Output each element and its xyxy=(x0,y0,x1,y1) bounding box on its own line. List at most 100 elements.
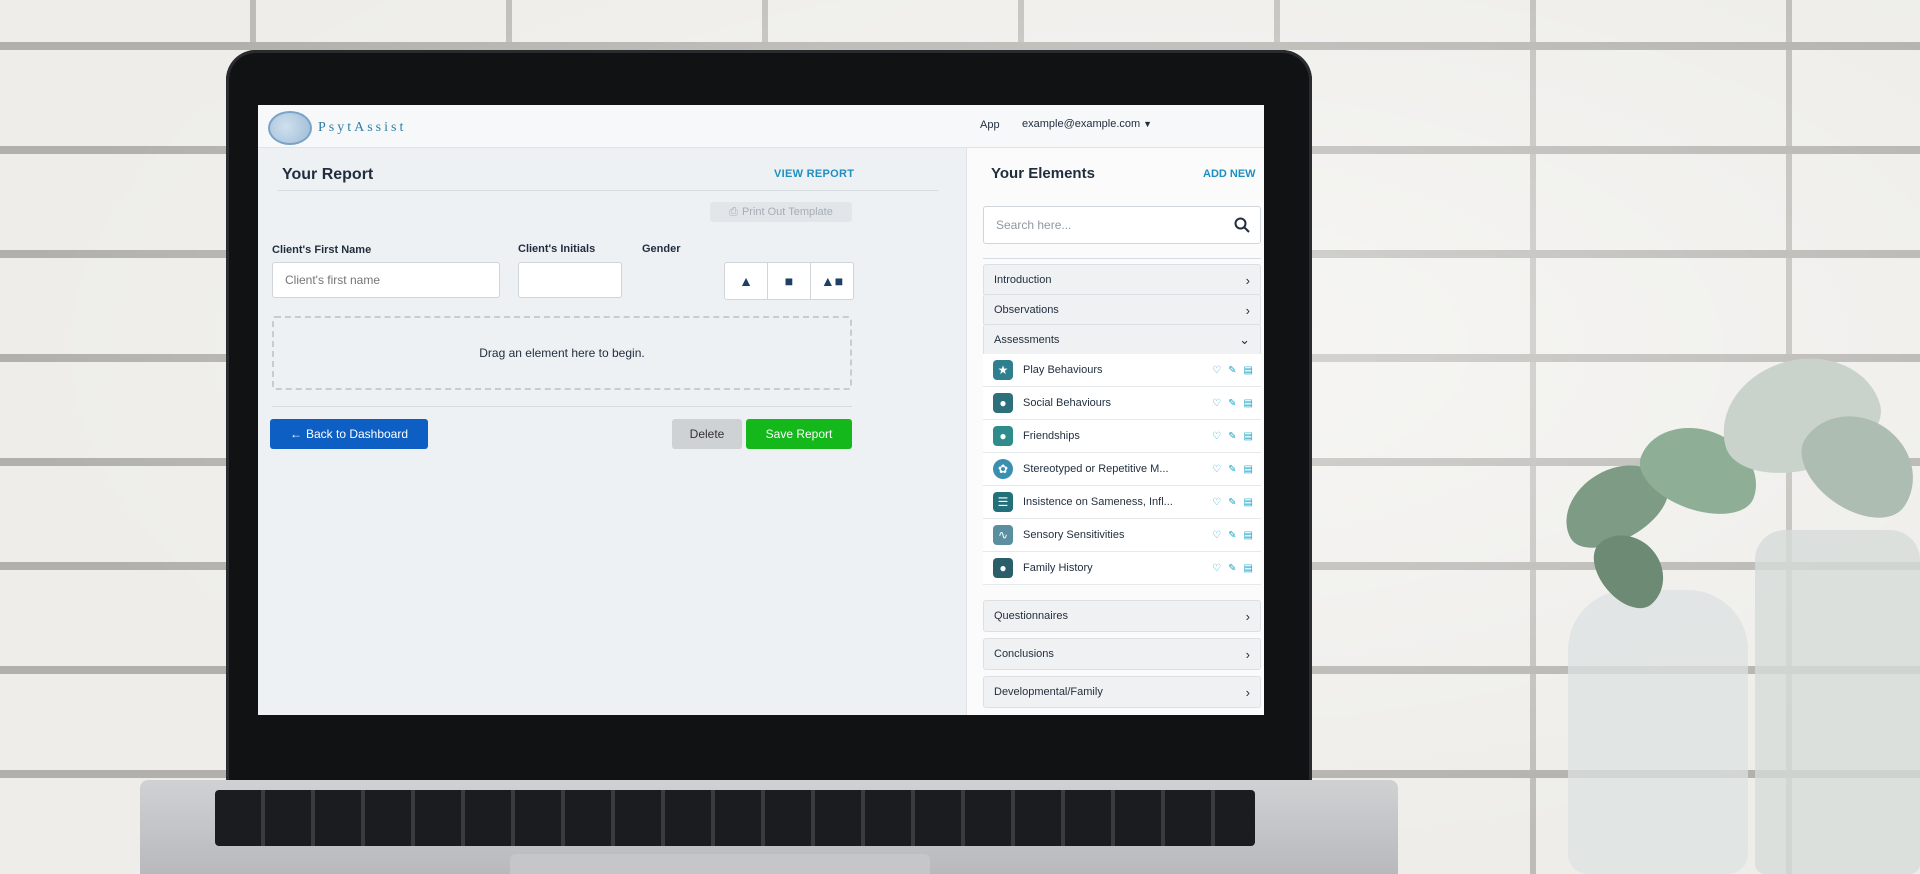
ear-icon: ∿ xyxy=(993,525,1013,545)
heart-icon[interactable]: ♡ xyxy=(1212,398,1221,409)
item-label: Social Behaviours xyxy=(1023,397,1112,409)
delete-button[interactable]: Delete xyxy=(672,419,742,449)
group-icon: ▲■ xyxy=(820,273,844,289)
view-report-link[interactable]: VIEW REPORT xyxy=(774,168,854,180)
trophy-icon: ★ xyxy=(993,360,1013,380)
trash-icon[interactable]: ▤ xyxy=(1244,398,1253,409)
user-email: example@example.com xyxy=(1022,118,1141,130)
heart-icon[interactable]: ♡ xyxy=(1212,365,1221,376)
elements-title: Your Elements xyxy=(991,165,1095,182)
elements-panel: Your Elements ADD NEW Search here... Int… xyxy=(966,148,1264,715)
trash-icon[interactable]: ▤ xyxy=(1244,464,1253,475)
heart-icon[interactable]: ♡ xyxy=(1212,431,1221,442)
trash-icon[interactable]: ▤ xyxy=(1244,563,1253,574)
user-menu[interactable]: example@example.com ▼ xyxy=(1022,118,1152,130)
gender-label: Gender xyxy=(642,243,681,255)
item-label: Family History xyxy=(1023,562,1093,574)
gender-selector: ▲ ■ ▲■ xyxy=(724,262,854,300)
item-label: Play Behaviours xyxy=(1023,364,1103,376)
list-item[interactable]: ∿ Sensory Sensitivities ♡ ✎ ▤ xyxy=(983,519,1261,552)
pencil-icon[interactable]: ✎ xyxy=(1228,563,1236,574)
people-icon: ● xyxy=(993,393,1013,413)
add-new-link[interactable]: ADD NEW xyxy=(1203,168,1256,180)
nav-app-link[interactable]: App xyxy=(980,119,1000,131)
list-item[interactable]: ● Friendships ♡ ✎ ▤ xyxy=(983,420,1261,453)
brain-logo-icon xyxy=(268,111,312,145)
report-title: Your Report xyxy=(282,166,374,183)
brain-icon: ✿ xyxy=(993,459,1013,479)
save-report-button[interactable]: Save Report xyxy=(746,419,852,449)
list-item[interactable]: ● Family History ♡ ✎ ▤ xyxy=(983,552,1261,585)
notebook-icon: ☰ xyxy=(993,492,1013,512)
item-label: Sensory Sensitivities xyxy=(1023,529,1125,541)
initials-input[interactable] xyxy=(518,262,622,298)
section-label: Conclusions xyxy=(994,648,1054,660)
friends-icon: ● xyxy=(993,426,1013,446)
app-screen: PsytAssist App example@example.com ▼ Your… xyxy=(258,105,1264,715)
trash-icon[interactable]: ▤ xyxy=(1244,530,1253,541)
assessments-list: ★ Play Behaviours ♡ ✎ ▤ ● Social Behaviour… xyxy=(983,354,1261,585)
chevron-right-icon: › xyxy=(1245,684,1250,700)
glass-vase-right xyxy=(1755,530,1920,874)
trash-icon[interactable]: ▤ xyxy=(1244,365,1253,376)
chevron-right-icon: › xyxy=(1245,302,1250,318)
list-item[interactable]: ✿ Stereotyped or Repetitive M... ♡ ✎ ▤ xyxy=(983,453,1261,486)
chevron-down-icon: ▼ xyxy=(1143,119,1153,129)
section-conclusions[interactable]: Conclusions › xyxy=(983,638,1261,670)
trash-icon[interactable]: ▤ xyxy=(1244,497,1253,508)
male-icon: ▲ xyxy=(739,273,753,289)
pencil-icon[interactable]: ✎ xyxy=(1228,398,1236,409)
list-item[interactable]: ☰ Insistence on Sameness, Infl... ♡ ✎ ▤ xyxy=(983,486,1261,519)
back-label: Back to Dashboard xyxy=(305,427,409,441)
heart-icon[interactable]: ♡ xyxy=(1212,563,1221,574)
female-icon: ■ xyxy=(784,273,794,289)
person-icon: ● xyxy=(993,558,1013,578)
gender-female-button[interactable]: ■ xyxy=(768,263,811,299)
section-label: Assessments xyxy=(994,334,1060,346)
pencil-icon[interactable]: ✎ xyxy=(1228,365,1236,376)
section-observations[interactable]: Observations › xyxy=(983,294,1261,326)
pencil-icon[interactable]: ✎ xyxy=(1228,431,1236,442)
section-label: Questionnaires xyxy=(994,610,1068,622)
pencil-icon[interactable]: ✎ xyxy=(1228,464,1236,475)
heart-icon[interactable]: ♡ xyxy=(1212,464,1221,475)
element-dropzone[interactable]: Drag an element here to begin. xyxy=(272,316,852,390)
brand-logo[interactable]: PsytAssist xyxy=(268,111,406,145)
list-item[interactable]: ★ Play Behaviours ♡ ✎ ▤ xyxy=(983,354,1261,387)
section-assessments[interactable]: Assessments ⌄ xyxy=(983,324,1261,356)
list-item[interactable]: ● Social Behaviours ♡ ✎ ▤ xyxy=(983,387,1261,420)
section-introduction[interactable]: Introduction › xyxy=(983,264,1261,296)
gender-other-button[interactable]: ▲■ xyxy=(811,263,853,299)
glass-vase-left xyxy=(1568,590,1748,874)
item-label: Stereotyped or Repetitive M... xyxy=(1023,463,1169,475)
first-name-input[interactable] xyxy=(272,262,500,298)
laptop-trackpad xyxy=(510,854,930,874)
trash-icon[interactable]: ▤ xyxy=(1244,431,1253,442)
dropzone-text: Drag an element here to begin. xyxy=(479,346,645,360)
search-placeholder: Search here... xyxy=(996,218,1072,232)
chevron-down-icon: ⌄ xyxy=(1239,332,1250,347)
heart-icon[interactable]: ♡ xyxy=(1212,497,1221,508)
printer-icon: ⎙ xyxy=(729,205,738,218)
chevron-right-icon: › xyxy=(1245,608,1250,624)
pencil-icon[interactable]: ✎ xyxy=(1228,497,1236,508)
report-panel: Your Report VIEW REPORT ⎙ Print Out Temp… xyxy=(258,148,966,715)
chevron-right-icon: › xyxy=(1245,646,1250,662)
divider xyxy=(278,190,938,191)
search-input[interactable]: Search here... xyxy=(983,206,1261,244)
initials-label: Client's Initials xyxy=(518,243,596,255)
gender-male-button[interactable]: ▲ xyxy=(725,263,768,299)
section-label: Introduction xyxy=(994,274,1052,286)
top-navbar: PsytAssist App example@example.com ▼ xyxy=(258,105,1264,148)
back-to-dashboard-button[interactable]: ← Back to Dashboard xyxy=(270,419,428,449)
section-label: Developmental/Family xyxy=(994,686,1103,698)
section-questionnaires[interactable]: Questionnaires › xyxy=(983,600,1261,632)
pencil-icon[interactable]: ✎ xyxy=(1228,530,1236,541)
print-template-button[interactable]: ⎙ Print Out Template xyxy=(710,202,852,222)
laptop-keyboard xyxy=(215,790,1255,846)
item-label: Insistence on Sameness, Infl... xyxy=(1023,496,1173,508)
brand-name: PsytAssist xyxy=(318,120,407,135)
search-icon[interactable] xyxy=(1234,217,1250,233)
heart-icon[interactable]: ♡ xyxy=(1212,530,1221,541)
section-developmental-family[interactable]: Developmental/Family › xyxy=(983,676,1261,708)
